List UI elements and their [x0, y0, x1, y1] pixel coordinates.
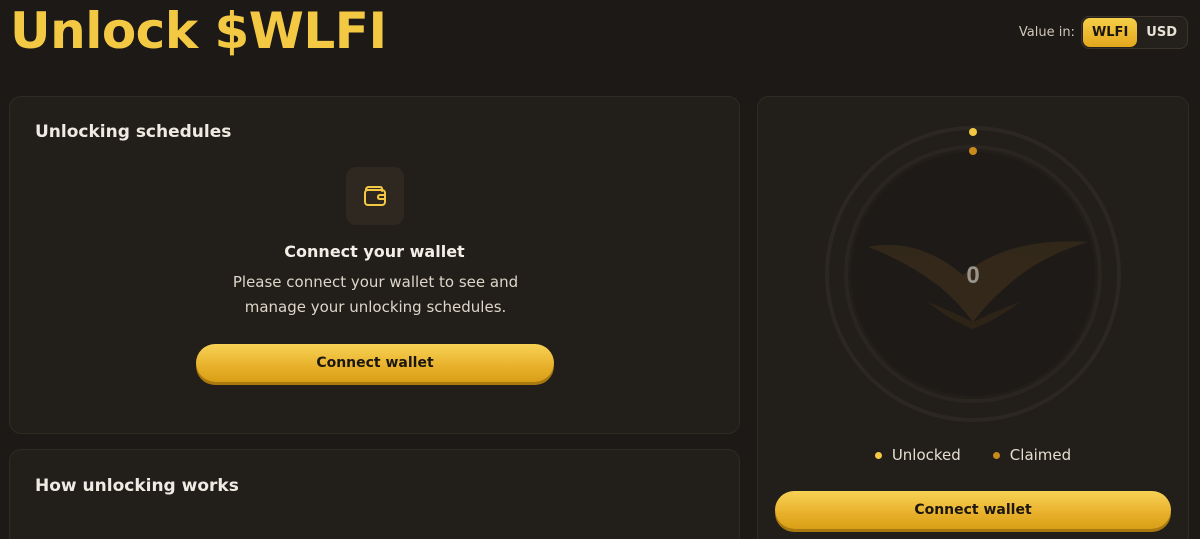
connect-wallet-desc-line1: Please connect your wallet to see and: [232, 273, 519, 291]
connect-wallet-desc-line2: manage your unlocking schedules.: [244, 298, 507, 316]
unlock-page: Unlock $WLFI Value in: WLFI USD Unlockin…: [0, 0, 1200, 539]
how-unlocking-works-card: How unlocking works: [9, 449, 740, 539]
unlocked-indicator-dot: [969, 128, 977, 136]
center-value: 0: [966, 262, 979, 289]
claimed-dot: [992, 451, 1000, 459]
unlocking-schedules-card: Unlocking schedules Connect your wallet …: [9, 96, 740, 434]
value-toggle: Value in: WLFI USD: [1019, 16, 1188, 49]
unlock-chart-card: 0 Unlocked Claimed Connect wallet: [757, 96, 1189, 539]
unlocked-dot: [874, 451, 882, 459]
toggle-wlfi-button[interactable]: WLFI: [1082, 18, 1138, 47]
connect-wallet-side-button[interactable]: Connect wallet: [775, 491, 1171, 529]
wallet-icon: [346, 167, 404, 225]
schedules-heading: Unlocking schedules: [35, 122, 232, 142]
legend-claimed-label: Claimed: [1009, 446, 1072, 464]
page-title: Unlock $WLFI: [10, 2, 387, 60]
claimed-indicator-dot: [969, 147, 977, 155]
connect-wallet-title: Connect your wallet: [284, 242, 465, 261]
unlock-ring-chart: 0: [825, 126, 1121, 422]
connect-wallet-button[interactable]: Connect wallet: [196, 344, 554, 382]
toggle-usd-button[interactable]: USD: [1137, 18, 1186, 47]
value-toggle-label: Value in:: [1018, 25, 1075, 40]
wallet-icon-graphic: [364, 186, 386, 206]
legend-unlocked-label: Unlocked: [891, 446, 961, 464]
chart-legend: Unlocked Claimed: [758, 446, 1188, 464]
connect-wallet-description: Please connect your wallet to see and ma…: [190, 270, 561, 320]
value-toggle-group: WLFI USD: [1080, 16, 1188, 49]
legend-claimed: Claimed: [992, 446, 1072, 464]
legend-unlocked: Unlocked: [874, 446, 961, 464]
how-unlocking-heading: How unlocking works: [35, 476, 239, 496]
